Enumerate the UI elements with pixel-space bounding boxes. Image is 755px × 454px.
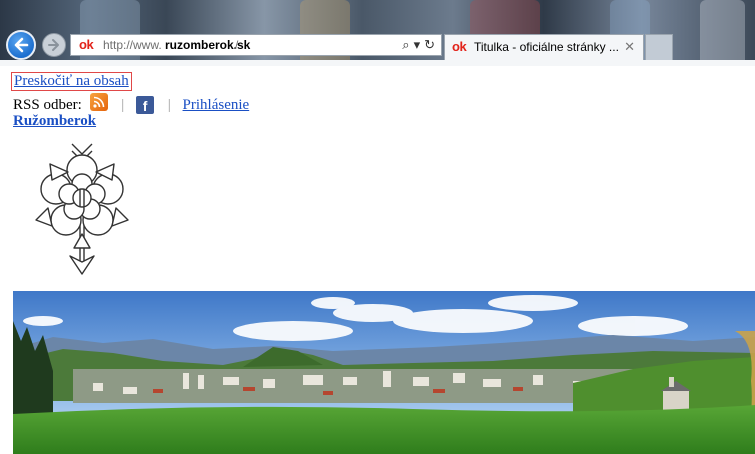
rss-icon[interactable]: [89, 93, 108, 111]
background-blur: [700, 0, 745, 66]
panorama-banner: [13, 291, 755, 454]
browser-chrome: ok http://www. ruzomberok.sk / ⌕ ▾ ↻ ok Ti…: [0, 0, 755, 66]
forward-button[interactable]: [42, 33, 66, 57]
login-link[interactable]: Prihlásenie: [183, 97, 250, 113]
refresh-icon[interactable]: ↻: [424, 37, 435, 52]
separator: |: [121, 97, 125, 113]
search-icon[interactable]: ⌕: [402, 37, 409, 52]
address-bar[interactable]: ok http://www. ruzomberok.sk / ⌕ ▾ ↻: [70, 34, 442, 56]
background-blur: [80, 0, 140, 66]
separator: |: [167, 97, 171, 113]
back-button[interactable]: [6, 30, 36, 60]
tab-active[interactable]: ok Titulka - oficiálne stránky ... ✕: [444, 34, 644, 60]
tab-favicon-icon: ok: [452, 39, 467, 54]
tab-title: Titulka - oficiálne stránky ...: [474, 40, 619, 54]
background-blur: [300, 0, 350, 66]
rss-row: RSS odber: | f | Prihlásenie: [13, 93, 250, 114]
rss-label: RSS odber:: [13, 97, 82, 113]
arrow-right-icon: [48, 39, 59, 51]
home-link[interactable]: Ružomberok: [13, 113, 96, 130]
chrome-divider: [0, 60, 755, 66]
close-icon[interactable]: ✕: [624, 39, 635, 55]
facebook-icon[interactable]: f: [136, 96, 155, 114]
skip-to-content-link[interactable]: Preskočiť na obsah: [11, 72, 132, 91]
address-tools: ⌕ ▾ ↻: [398, 37, 435, 53]
new-tab-button[interactable]: [645, 34, 673, 60]
site-favicon-icon: ok: [79, 37, 94, 52]
arrow-left-icon: [14, 37, 29, 53]
url-path: /: [235, 38, 239, 52]
url-prefix: http://www.: [103, 38, 162, 52]
coat-of-arms-logo[interactable]: [30, 142, 134, 276]
chevron-down-icon[interactable]: ▾: [414, 37, 421, 52]
